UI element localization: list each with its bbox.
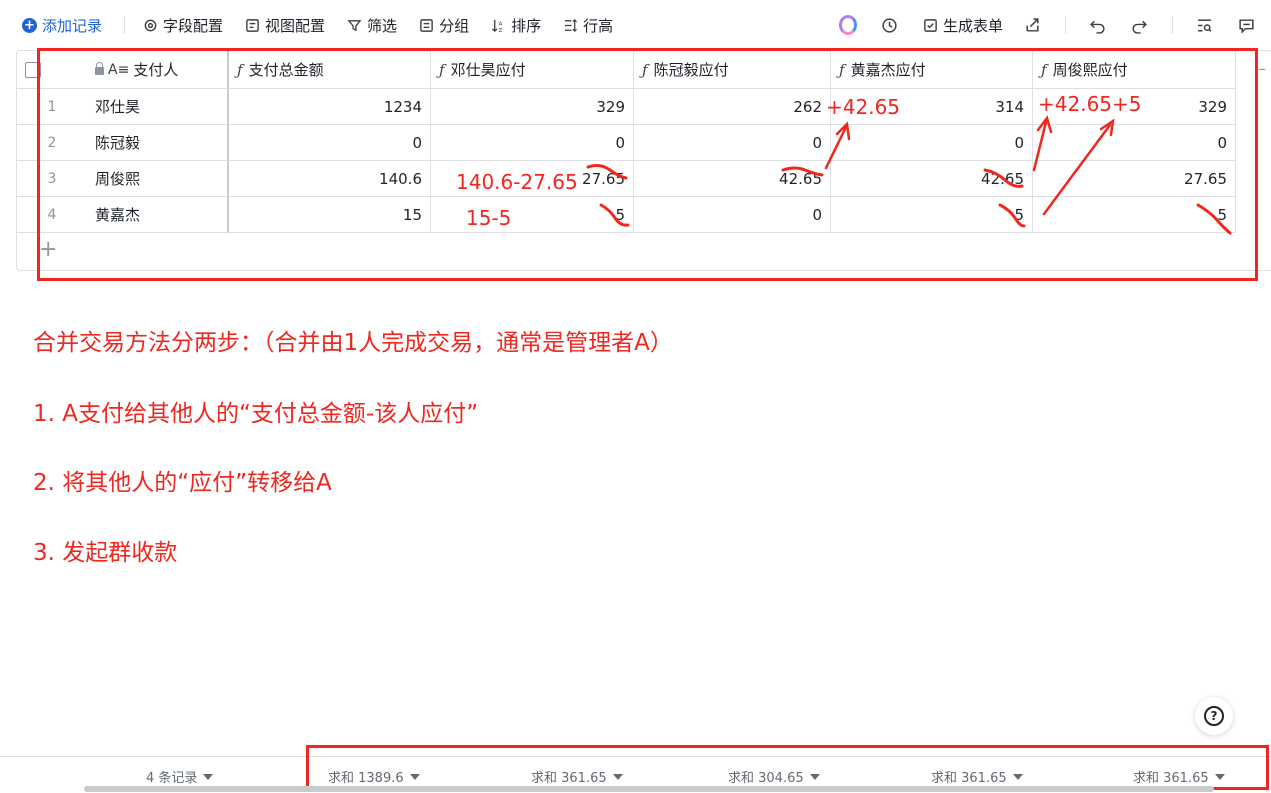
arrow-chen (824, 125, 848, 170)
help-icon: ? (1204, 706, 1224, 726)
annotation-arrows (824, 115, 1115, 216)
note-line: 1. A支付给其他人的“支付总金额-该人应付” (33, 401, 479, 427)
note-line: 2. 将其他人的“应付”转移给A (33, 470, 332, 496)
strike-marks (586, 164, 1232, 235)
chevron-down-icon (203, 773, 214, 780)
note-line: 合并交易方法分两步：（合并由1人完成交易，通常是管理者A） (33, 330, 673, 356)
arrow-huang-five (1042, 123, 1112, 216)
highlight-box-footer (306, 745, 1269, 790)
strike-mark (1196, 203, 1232, 235)
record-count[interactable]: 4 条记录 (146, 767, 214, 786)
strike-mark (781, 166, 824, 177)
strike-mark (998, 203, 1026, 228)
help-button[interactable]: ? (1195, 697, 1233, 735)
record-count-label: 4 条记录 (146, 771, 198, 786)
strike-mark (586, 164, 628, 180)
note-line: 3. 发起群收款 (33, 540, 178, 566)
horizontal-scrollbar[interactable] (84, 786, 1214, 792)
strike-mark (599, 203, 630, 227)
strike-mark (983, 168, 1024, 188)
